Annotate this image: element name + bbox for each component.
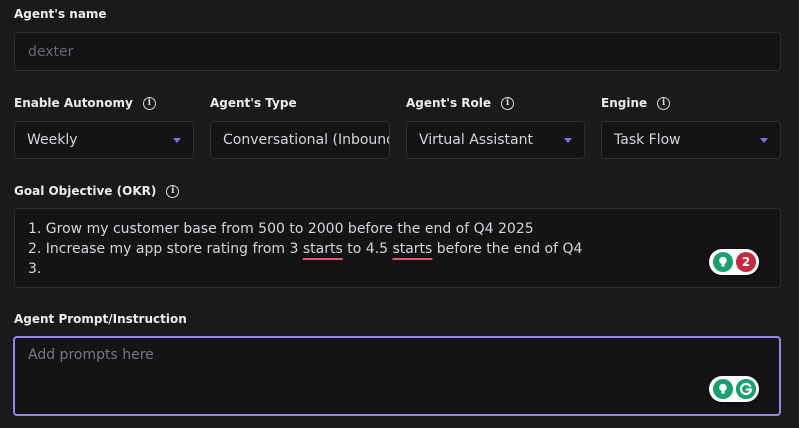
agent-role-value: Virtual Assistant (419, 132, 533, 148)
agent-type-label: Agent's Type (210, 96, 297, 110)
prompt-label: Agent Prompt/Instruction (14, 312, 187, 326)
goal-line-2-text: before the end of Q4 (432, 241, 583, 257)
goal-line-3: 3. (28, 261, 42, 277)
goal-line-2: 2. Increase my app store rating from 3 s… (28, 239, 767, 259)
goal-label-text: Goal Objective (OKR) (14, 184, 157, 198)
agent-type-value: Conversational (Inbound) (223, 132, 390, 148)
autonomy-label-text: Enable Autonomy (14, 96, 133, 110)
autonomy-value: Weekly (27, 132, 78, 148)
agent-form: Agent's name dexter Enable Autonomy i Ag… (0, 0, 799, 428)
info-icon[interactable]: i (142, 96, 156, 110)
goal-line-1: 1. Grow my customer base from 500 to 200… (28, 221, 534, 237)
engine-select[interactable]: Task Flow (601, 121, 781, 159)
misspelled-word[interactable]: starts (392, 241, 432, 257)
prompt-placeholder: Add prompts here (28, 347, 154, 363)
grammarly-count-badge[interactable]: 2 (736, 252, 756, 272)
engine-value: Task Flow (614, 132, 681, 148)
lightbulb-icon[interactable] (713, 252, 733, 272)
prompt-label-text: Agent Prompt/Instruction (14, 312, 187, 326)
agent-role-label: Agent's Role i (406, 96, 515, 110)
goal-line-2-text: to 4.5 (342, 241, 393, 257)
lightbulb-icon[interactable] (713, 379, 733, 399)
info-icon[interactable]: i (657, 96, 671, 110)
engine-label: Engine i (601, 96, 671, 110)
grammarly-widget[interactable]: 2 (709, 249, 759, 275)
agent-name-label: Agent's name (14, 7, 107, 21)
agent-type-label-text: Agent's Type (210, 96, 297, 110)
agent-name-input[interactable]: dexter (14, 32, 781, 71)
agent-role-label-text: Agent's Role (406, 96, 492, 110)
goal-textarea[interactable]: 1. Grow my customer base from 500 to 200… (14, 208, 781, 288)
agent-name-placeholder: dexter (28, 43, 74, 60)
caret-down-icon (760, 137, 768, 143)
engine-label-text: Engine (601, 96, 648, 110)
grammarly-icon[interactable] (736, 379, 756, 399)
agent-type-field[interactable]: Conversational (Inbound) (210, 121, 390, 159)
caret-down-icon (564, 137, 572, 143)
info-icon[interactable]: i (166, 184, 180, 198)
grammarly-widget[interactable] (709, 376, 759, 402)
goal-line-2-text: 2. Increase my app store rating from 3 (28, 241, 303, 257)
autonomy-select[interactable]: Weekly (14, 121, 194, 159)
caret-down-icon (173, 137, 181, 143)
misspelled-word[interactable]: starts (303, 241, 343, 257)
info-icon[interactable]: i (501, 96, 515, 110)
autonomy-label: Enable Autonomy i (14, 96, 156, 110)
goal-label: Goal Objective (OKR) i (14, 184, 180, 198)
agent-name-label-text: Agent's name (14, 7, 107, 21)
prompt-textarea[interactable]: Add prompts here (13, 336, 781, 416)
agent-role-select[interactable]: Virtual Assistant (406, 121, 585, 159)
